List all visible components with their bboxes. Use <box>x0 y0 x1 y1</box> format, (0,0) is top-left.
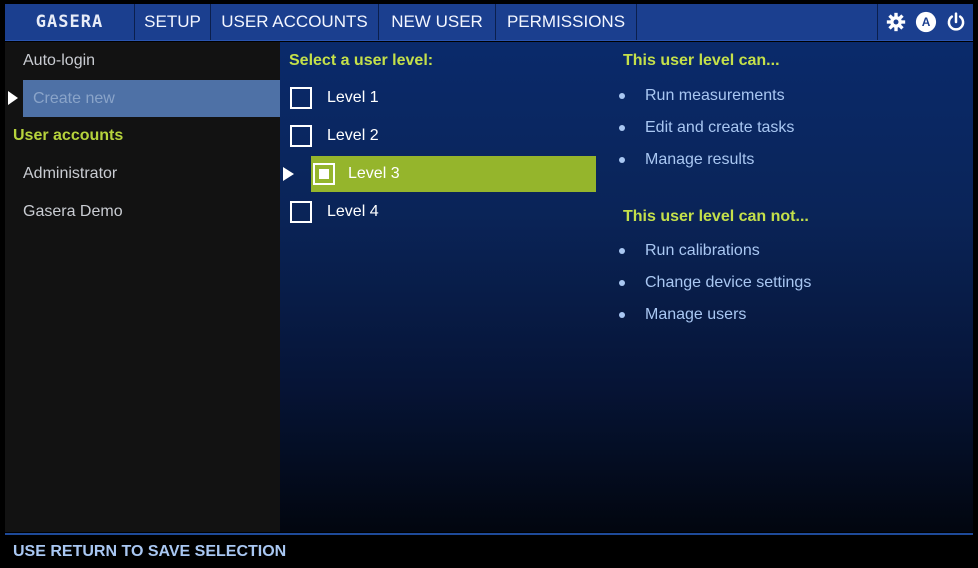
topbar-icons: A <box>878 4 973 40</box>
topbar-spacer <box>637 4 878 40</box>
status-bar: USE RETURN TO SAVE SELECTION <box>5 533 973 568</box>
tab-new-user[interactable]: NEW USER <box>379 4 496 40</box>
checkbox[interactable] <box>290 201 312 223</box>
select-level-heading: Select a user level: <box>289 52 434 69</box>
status-text: USE RETURN TO SAVE SELECTION <box>13 542 287 560</box>
level-label: Level 1 <box>327 89 379 106</box>
sidebar-item-administrator[interactable]: Administrator <box>5 155 280 193</box>
sidebar-item-gasera-demo[interactable]: Gasera Demo <box>5 193 280 231</box>
level-option-2[interactable]: Level 2 <box>280 118 596 154</box>
cannot-heading: This user level can not... <box>623 208 809 225</box>
can-heading: This user level can... <box>623 52 780 69</box>
level-option-4[interactable]: Level 4 <box>280 194 596 230</box>
level-option-3-selected[interactable]: Level 3 <box>311 156 596 192</box>
list-item: Manage results <box>617 144 794 176</box>
list-item: Run measurements <box>617 80 794 112</box>
main-panel: Select a user level: Level 1 Level 2 Lev… <box>280 42 973 532</box>
checkbox[interactable] <box>290 87 312 109</box>
level-label: Level 4 <box>327 203 379 220</box>
checkbox-checked[interactable] <box>313 163 335 185</box>
power-icon[interactable] <box>945 11 967 33</box>
tab-permissions[interactable]: PERMISSIONS <box>496 4 637 40</box>
level-label: Level 2 <box>327 127 379 144</box>
level-option-1[interactable]: Level 1 <box>280 80 596 116</box>
sidebar: Auto-login Create new User accounts Admi… <box>5 42 280 532</box>
tab-user-accounts[interactable]: USER ACCOUNTS <box>211 4 379 40</box>
top-navigation-bar: GASERA SETUP USER ACCOUNTS NEW USER PERM… <box>5 4 973 41</box>
list-item: Run calibrations <box>617 235 811 267</box>
brand-logo: GASERA <box>5 4 135 40</box>
selection-arrow-icon <box>283 167 294 181</box>
level-label: Level 3 <box>348 165 400 182</box>
selection-arrow-icon <box>8 91 18 105</box>
can-permissions-list: Run measurements Edit and create tasks M… <box>617 80 794 176</box>
account-icon[interactable]: A <box>915 11 937 33</box>
list-item: Change device settings <box>617 267 811 299</box>
cannot-permissions-list: Run calibrations Change device settings … <box>617 235 811 331</box>
brand-name: GASERA <box>35 12 104 32</box>
gear-icon[interactable] <box>885 11 907 33</box>
checkbox[interactable] <box>290 125 312 147</box>
sidebar-item-create-new[interactable]: Create new <box>23 80 280 117</box>
list-item: Edit and create tasks <box>617 112 794 144</box>
list-item: Manage users <box>617 299 811 331</box>
user-accounts-heading: User accounts <box>13 127 124 144</box>
account-badge-letter: A <box>921 15 930 29</box>
sidebar-item-auto-login[interactable]: Auto-login <box>5 42 280 80</box>
tab-setup[interactable]: SETUP <box>135 4 211 40</box>
